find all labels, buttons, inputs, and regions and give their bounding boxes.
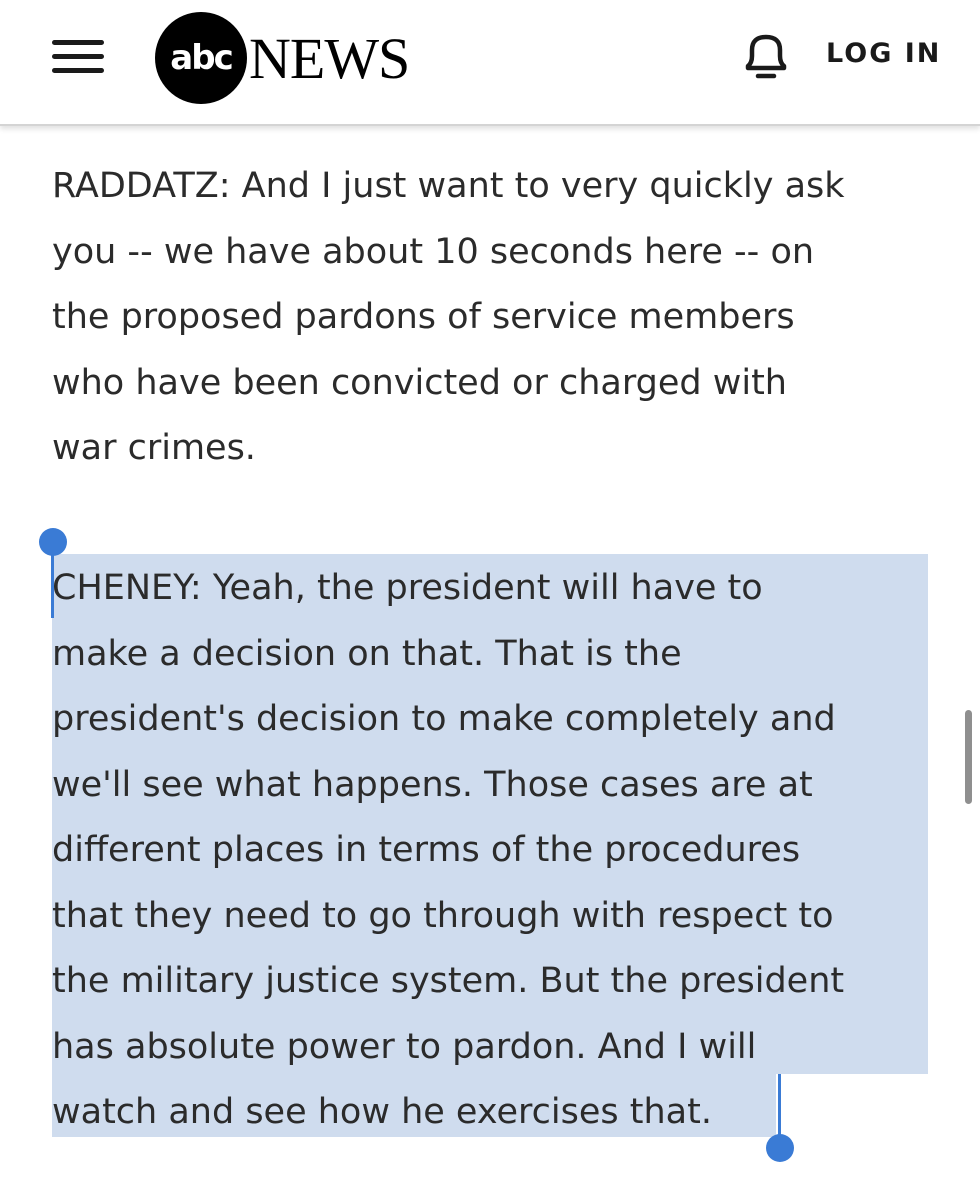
bell-icon-graphic — [745, 34, 787, 79]
logo-mark: abc — [155, 12, 247, 104]
hamburger-menu-icon[interactable] — [50, 36, 106, 76]
paragraph-line: that they need to go through with respec… — [52, 895, 834, 936]
paragraph-line: has absolute power to pardon. And I will — [52, 1026, 757, 1067]
menu-bar-top — [52, 40, 104, 45]
paragraph-line: the military justice system. But the pre… — [52, 961, 845, 1001]
paragraph-line: we'll see what happens. Those cases are … — [52, 764, 813, 805]
top-nav-bar: abc NEWS LOG IN — [0, 0, 980, 126]
menu-bar-bottom — [52, 68, 104, 73]
paragraph-line: different places in terms of the procedu… — [52, 830, 801, 870]
transcript-paragraph-raddatz: RADDATZ: And I just want to very quickly… — [52, 154, 932, 482]
menu-bar-middle — [52, 54, 104, 59]
selection-start-handle[interactable] — [39, 528, 67, 556]
paragraph-line: the proposed pardons of service members — [52, 297, 795, 337]
paragraph-line: RADDATZ: And I just want to very quickly… — [52, 166, 845, 206]
bell-icon[interactable] — [738, 30, 794, 80]
paragraph-line: make a decision on that. That is the — [52, 633, 682, 674]
login-button[interactable]: LOG IN — [826, 38, 941, 69]
paragraph-line: president's decision to make completely … — [52, 699, 836, 739]
paragraph-line: you -- we have about 10 seconds here -- … — [52, 231, 815, 272]
article-body: RADDATZ: And I just want to very quickly… — [0, 126, 980, 1200]
paragraph-line: war crimes. — [52, 428, 256, 468]
transcript-paragraph-cheney[interactable]: CHENEY: Yeah, the president will have to… — [52, 556, 932, 1146]
logo-wordmark: NEWS — [249, 26, 410, 91]
scrollbar-thumb[interactable] — [965, 710, 972, 804]
paragraph-line: CHENEY: Yeah, the president will have to — [52, 568, 763, 608]
selection-end-handle[interactable] — [766, 1134, 794, 1162]
paragraph-line: who have been convicted or charged with — [52, 362, 787, 403]
abc-news-logo[interactable]: abc NEWS — [155, 12, 410, 104]
paragraph-line: watch and see how he exercises that. — [52, 1092, 712, 1132]
